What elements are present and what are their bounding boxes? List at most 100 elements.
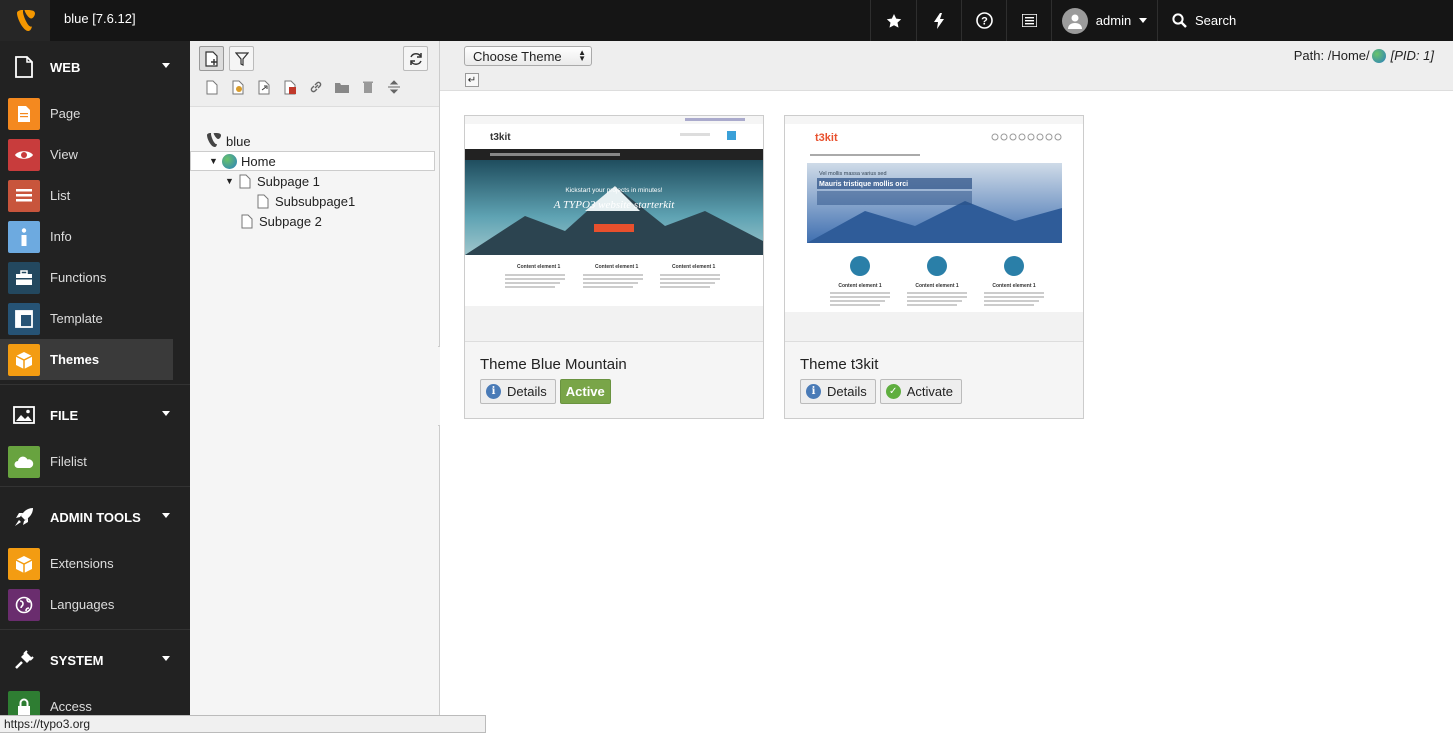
module-group-web[interactable]: WEB — [0, 41, 190, 93]
details-button[interactable]: i Details — [480, 379, 556, 404]
module-group-label: SYSTEM — [50, 652, 104, 668]
collapse-arrow-icon[interactable]: ▼ — [225, 176, 237, 186]
thumb-hero2-big: Mauris tristique mollis orci — [819, 181, 908, 188]
theme-name: Theme Blue Mountain — [480, 356, 627, 373]
module-info[interactable]: Info — [0, 216, 173, 257]
check-icon: ✓ — [885, 384, 901, 399]
typo3-logo[interactable] — [0, 0, 50, 41]
avatar — [1061, 7, 1088, 34]
module-group-admin-tools[interactable]: ADMIN TOOLS — [0, 491, 190, 543]
module-label: Page — [50, 106, 81, 121]
user-menu[interactable]: admin — [1051, 0, 1157, 41]
info-icon — [8, 220, 40, 253]
refresh-icon — [409, 52, 422, 65]
mountpoint-page-icon[interactable] — [282, 79, 298, 95]
tree-root[interactable]: blue — [206, 131, 251, 151]
module-list[interactable]: List — [0, 175, 173, 216]
select-value: Choose Theme — [473, 48, 562, 64]
typo3-site-icon — [206, 133, 222, 149]
tree-node-subpage-2[interactable]: Subpage 2 — [239, 211, 322, 231]
collapse-arrow-icon[interactable]: ▼ — [209, 156, 221, 166]
filter-button[interactable] — [229, 46, 254, 71]
path-label: Path: /Home/ — [1293, 48, 1370, 63]
module-label: Languages — [50, 597, 115, 612]
tree-node-home[interactable]: ▼ Home — [209, 151, 276, 171]
module-languages[interactable]: Languages — [0, 584, 173, 625]
help-button[interactable]: ? — [961, 0, 1006, 41]
trash-icon[interactable] — [360, 79, 376, 95]
search-button[interactable]: Search — [1157, 0, 1453, 41]
module-functions[interactable]: Functions — [0, 257, 173, 298]
module-view[interactable]: View — [0, 134, 173, 175]
module-label: List — [50, 188, 71, 203]
thumb-hero2-small: Vel mollis massa varius sed — [819, 171, 887, 177]
tree-node-subpage-1[interactable]: ▼ Subpage 1 — [225, 171, 320, 191]
template-icon — [8, 302, 40, 335]
theme-screenshot: t3kit Kickstart your projects in minutes… — [465, 116, 763, 342]
folder-icon[interactable] — [334, 79, 350, 95]
chevron-down-icon[interactable] — [162, 411, 170, 416]
tree-node-label: Subsubpage1 — [275, 193, 356, 209]
info-icon: i — [806, 384, 821, 399]
module-themes[interactable]: Themes — [0, 339, 173, 380]
theme-actions: i Details Active — [480, 379, 611, 404]
shortcut-page-icon[interactable] — [256, 79, 272, 95]
thumb-content-element: Content element 1 — [595, 264, 639, 270]
backend-user-page-icon[interactable] — [230, 79, 246, 95]
bookmarks-button[interactable] — [870, 0, 916, 41]
thumb-content-element: Content element 1 — [838, 283, 882, 289]
clear-cache-button[interactable] — [916, 0, 961, 41]
briefcase-icon — [8, 261, 40, 294]
page-icon — [237, 173, 253, 189]
list-module-icon — [8, 179, 40, 212]
details-button[interactable]: i Details — [800, 379, 876, 404]
divider — [0, 486, 190, 487]
chevron-down-icon[interactable] — [162, 63, 170, 68]
select-arrows-icon: ▲ ▼ — [578, 48, 586, 63]
new-page-button[interactable] — [199, 46, 224, 71]
rocket-icon — [10, 503, 38, 531]
module-label: Filelist — [50, 454, 87, 469]
chevron-down-icon — [1139, 18, 1148, 23]
thumb-content-element: Content element 1 — [992, 283, 1036, 289]
module-extensions[interactable]: Extensions — [0, 543, 173, 584]
module-page[interactable]: Page — [0, 93, 173, 134]
module-label: Template — [50, 311, 103, 326]
module-template[interactable]: Template — [0, 298, 173, 339]
drag-doktype-icons — [204, 79, 402, 95]
thumb-logo-text: t3kit — [815, 132, 838, 144]
image-icon — [10, 401, 38, 429]
page-icon[interactable] — [204, 79, 220, 95]
globe-page-icon — [1371, 48, 1386, 63]
filter-icon — [234, 51, 249, 66]
user-name: admin — [1095, 13, 1132, 28]
globe-icon — [8, 588, 40, 621]
module-group-file[interactable]: FILE — [0, 389, 190, 441]
module-group-system[interactable]: SYSTEM — [0, 634, 190, 686]
thumb-hero-small: Kickstart your projects in minutes! — [565, 187, 662, 194]
module-filelist[interactable]: Filelist — [0, 441, 173, 482]
site-title: blue [7.6.12] — [64, 11, 136, 26]
return-icon[interactable]: ↵ — [465, 73, 479, 87]
page-path: Path: /Home/ [PID: 1] — [1294, 48, 1434, 63]
tree-node-label: Subpage 2 — [259, 213, 322, 229]
chevron-down-icon[interactable] — [162, 656, 170, 661]
active-status-badge: Active — [559, 379, 611, 404]
system-info-button[interactable] — [1006, 0, 1051, 41]
chevron-down-icon[interactable] — [162, 513, 170, 518]
tree-node-label: Home — [241, 153, 276, 169]
theme-screenshot: t3kit Vel mollis massa varius sed Mauris… — [785, 116, 1083, 342]
separator-icon[interactable] — [386, 79, 402, 95]
activate-button[interactable]: ✓ Activate — [879, 379, 962, 404]
info-icon: i — [486, 384, 501, 399]
list-icon — [1021, 14, 1037, 27]
browser-status-url: https://typo3.org — [0, 715, 486, 733]
refresh-button[interactable] — [403, 46, 428, 71]
details-label: Details — [507, 384, 547, 399]
tree-node-subsubpage1[interactable]: Subsubpage1 — [255, 191, 355, 211]
details-label: Details — [827, 384, 867, 399]
theme-name: Theme t3kit — [800, 356, 879, 373]
link-icon[interactable] — [308, 79, 324, 95]
module-label: Functions — [50, 270, 107, 285]
choose-theme-select[interactable]: Choose Theme ▲ ▼ — [464, 46, 592, 66]
